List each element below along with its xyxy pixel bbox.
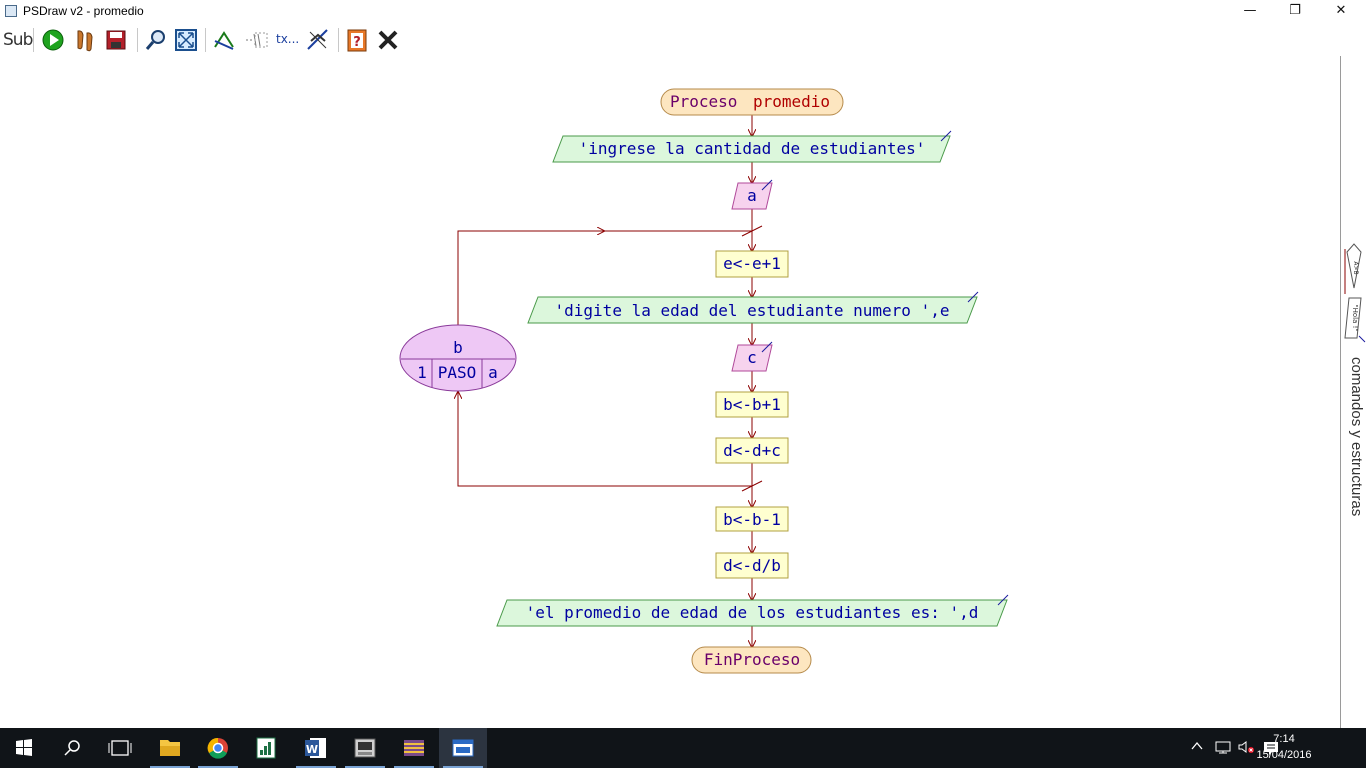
condition-tab-label: A>B	[1352, 261, 1359, 274]
zoom-button[interactable]	[143, 27, 169, 53]
network-button[interactable]	[1214, 740, 1232, 758]
loop-start: 1	[417, 363, 427, 382]
output-text-1: 'ingrese la cantidad de estudiantes'	[579, 139, 926, 158]
help-button[interactable]: ?	[344, 27, 370, 53]
pseint-icon	[354, 738, 376, 758]
loop-end: a	[488, 363, 498, 382]
text-icon: tx...	[276, 32, 300, 46]
psdraw-button[interactable]	[439, 728, 487, 768]
close-diagram-button[interactable]	[375, 27, 401, 53]
app-icon	[5, 5, 17, 17]
file-explorer-icon	[160, 740, 180, 756]
svg-text:W: W	[306, 743, 318, 756]
loop-variable: b	[453, 338, 463, 357]
toolbar-separator	[33, 28, 34, 52]
help-icon: ?	[347, 29, 367, 52]
arrows-button[interactable]	[211, 27, 237, 53]
minimize-button[interactable]: —	[1227, 0, 1273, 24]
word-button[interactable]: W	[292, 728, 340, 768]
svg-text:?: ?	[353, 35, 361, 50]
volume-muted-icon	[1238, 741, 1254, 753]
start-button[interactable]	[0, 728, 48, 768]
run-icon	[42, 29, 64, 51]
assign-text-5: d<-d/b	[723, 556, 781, 575]
loop-step: PASO	[438, 363, 477, 382]
psdraw-icon	[452, 739, 474, 757]
excel-icon	[256, 737, 276, 759]
output-text-3: 'el promedio de edad de los estudiantes …	[526, 603, 979, 622]
flowchart: Proceso promedio 'ingrese la cantidad de…	[399, 88, 1009, 674]
assign-text-4: b<-b-1	[723, 510, 781, 529]
show-hidden-icons-button[interactable]	[1190, 740, 1204, 756]
text-button[interactable]: tx...	[275, 27, 301, 53]
step-icon	[77, 30, 93, 52]
run-button[interactable]	[40, 27, 66, 53]
for-loop-block[interactable]: b 1 PASO a	[399, 324, 517, 392]
winrar-button[interactable]	[390, 728, 438, 768]
toolbar-separator	[205, 28, 206, 52]
close-icon	[378, 30, 398, 50]
arrows-icon	[214, 31, 234, 50]
volume-button[interactable]	[1237, 740, 1255, 758]
winrar-icon	[404, 740, 424, 756]
chevron-up-icon	[1191, 741, 1203, 750]
action-center-button[interactable]	[1262, 740, 1280, 760]
file-explorer-button[interactable]	[146, 728, 194, 768]
chrome-button[interactable]	[194, 728, 242, 768]
title-bar: PSDraw v2 - promedio	[0, 0, 1366, 24]
input-text-2: c	[747, 348, 757, 367]
comment-button[interactable]	[243, 27, 269, 53]
close-window-button[interactable]: ✕	[1318, 0, 1364, 24]
output-text-2: 'digite la edad del estudiante numero ',…	[555, 301, 950, 320]
text-arrow-icon	[1358, 335, 1366, 343]
side-panel-label: comandos y estructuras	[1348, 357, 1365, 517]
task-view-button[interactable]	[96, 728, 144, 768]
step-button[interactable]	[72, 27, 98, 53]
notification-icon	[1264, 742, 1278, 755]
comment-icon	[246, 32, 268, 48]
search-icon	[64, 740, 80, 756]
pseint-button[interactable]	[341, 728, 389, 768]
excel-button[interactable]	[242, 728, 290, 768]
restore-button[interactable]: ❐	[1272, 0, 1318, 24]
chrome-icon	[207, 737, 228, 759]
window-title: PSDraw v2 - promedio	[23, 4, 144, 18]
diagram-canvas[interactable]: Proceso promedio 'ingrese la cantidad de…	[0, 56, 1340, 728]
text-tab[interactable]: "Hola !"	[1344, 297, 1366, 343]
assign-text-3: d<-d+c	[723, 441, 781, 460]
assign-text-1: e<-e+1	[723, 254, 781, 273]
fit-icon	[175, 29, 197, 51]
zoom-icon	[145, 30, 165, 50]
input-text-1: a	[747, 186, 757, 205]
word-icon: W	[305, 738, 326, 758]
process-name: promedio	[753, 92, 830, 111]
search-button[interactable]	[48, 728, 96, 768]
sub-icon: Sub	[3, 30, 33, 50]
toolbar-separator	[338, 28, 339, 52]
task-view-icon	[108, 740, 132, 756]
text-tab-label: "Hola !"	[1351, 304, 1359, 331]
assign-text-2: b<-b+1	[723, 395, 781, 414]
save-image-button[interactable]	[103, 27, 129, 53]
save-image-icon	[106, 30, 126, 50]
toolbar-separator	[137, 28, 138, 52]
cross-lines-icon	[307, 29, 328, 50]
fit-button[interactable]	[173, 27, 199, 53]
cross-lines-button[interactable]	[305, 27, 331, 53]
network-icon	[1215, 741, 1231, 754]
end-text: FinProceso	[704, 650, 800, 669]
start-keyword: Proceso	[670, 92, 737, 111]
condition-tab[interactable]: A>B	[1344, 243, 1362, 294]
sub-button[interactable]: Sub	[2, 27, 33, 53]
start-icon	[16, 739, 32, 756]
